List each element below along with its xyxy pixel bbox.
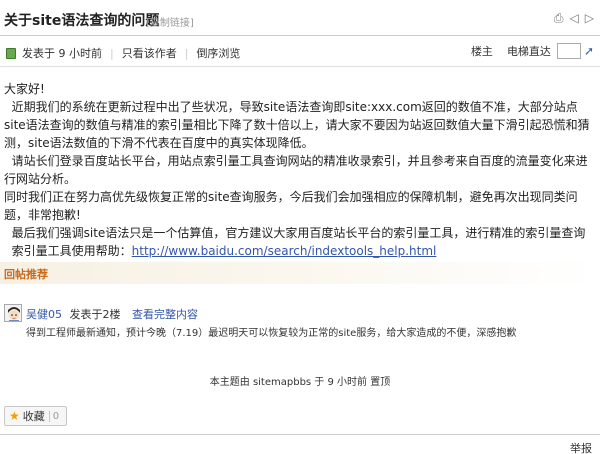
online-status-icon [6, 47, 16, 59]
copy-link-button[interactable]: [复制链接] [146, 14, 194, 29]
only-author-link[interactable]: 只看该作者 [122, 45, 177, 61]
view-full-link[interactable]: 查看完整内容 [132, 308, 198, 321]
reply-author-link[interactable]: 吴健05 [26, 308, 62, 321]
elevator-label: 电梯直达 [506, 45, 551, 58]
go-icon[interactable]: ➚ [584, 44, 594, 58]
favorite-count: 0 [48, 410, 62, 422]
sticky-info: 本主题由 sitemapbbs 于 9 小时前 置顶 [209, 377, 391, 388]
star-icon: ★ [9, 409, 20, 423]
reply-text: 得到工程师最新通知，预计今晚（7.19）最迟明天可以恢复较为正常的site服务，… [26, 328, 517, 339]
report-link[interactable]: 举报 [570, 440, 592, 454]
paragraph: 请站长们登录百度站长平台，用站点索引量工具查询网站的精准收录索引，并且参考来自百… [4, 154, 588, 186]
favorite-button[interactable]: ★ 收藏 0 [4, 406, 68, 426]
recommend-bar: 回帖推荐 [0, 262, 600, 284]
divider: | [184, 46, 189, 60]
title-bar: 关于site语法查询的问题 [复制链接] ⎙ ◁ ▷ [0, 0, 600, 36]
post-meta: 发表于 9 小时前 | 只看该作者 | 倒序浏览 [6, 45, 240, 61]
top-icons: ⎙ ◁ ▷ [554, 12, 594, 24]
floor-controls: 楼主 电梯直达 ➚ [471, 43, 594, 59]
post-content: 大家好! 近期我们的系统在更新过程中出了些状况，导致site语法查询即site:… [4, 80, 596, 260]
recommend-title: 回帖推荐 [4, 268, 48, 281]
post-meta-bar: 发表于 9 小时前 | 只看该作者 | 倒序浏览 楼主 电梯直达 ➚ [0, 37, 600, 67]
paragraph: 索引量工具使用帮助：http://www.baidu.com/search/in… [4, 242, 596, 260]
reverse-view-link[interactable]: 倒序浏览 [196, 45, 240, 61]
paragraph: 近期我们的系统在更新过程中出了些状况，导致site语法查询即site:xxx.c… [4, 100, 590, 150]
reply-header: 吴健05 发表于2楼 查看完整内容 [26, 306, 198, 322]
reply-posted: 发表于2楼 [69, 308, 121, 321]
print-icon[interactable]: ⎙ [554, 12, 564, 24]
greeting: 大家好! [4, 82, 45, 96]
divider [0, 434, 600, 435]
page-title: 关于site语法查询的问题 [4, 13, 160, 29]
favorite-label: 收藏 [22, 410, 45, 423]
paragraph: 同时我们正在努力高优先级恢复正常的site查询服务，今后我们会加强相应的保障机制… [4, 190, 578, 222]
floor-owner-label: 楼主 [470, 45, 493, 58]
paragraph: 最后我们强调site语法只是一个估算值，官方建议大家用百度站长平台的索引量工具，… [11, 226, 586, 240]
avatar[interactable] [4, 304, 22, 322]
divider: | [110, 46, 114, 60]
floor-number-input[interactable] [556, 43, 581, 59]
prev-icon[interactable]: ◁ [570, 12, 579, 24]
help-prefix: 索引量工具使用帮助： [11, 244, 132, 258]
next-icon[interactable]: ▷ [585, 12, 594, 24]
posted-time: 发表于 9 小时前 [22, 47, 102, 60]
help-link[interactable]: http://www.baidu.com/search/indextools_h… [132, 244, 437, 258]
